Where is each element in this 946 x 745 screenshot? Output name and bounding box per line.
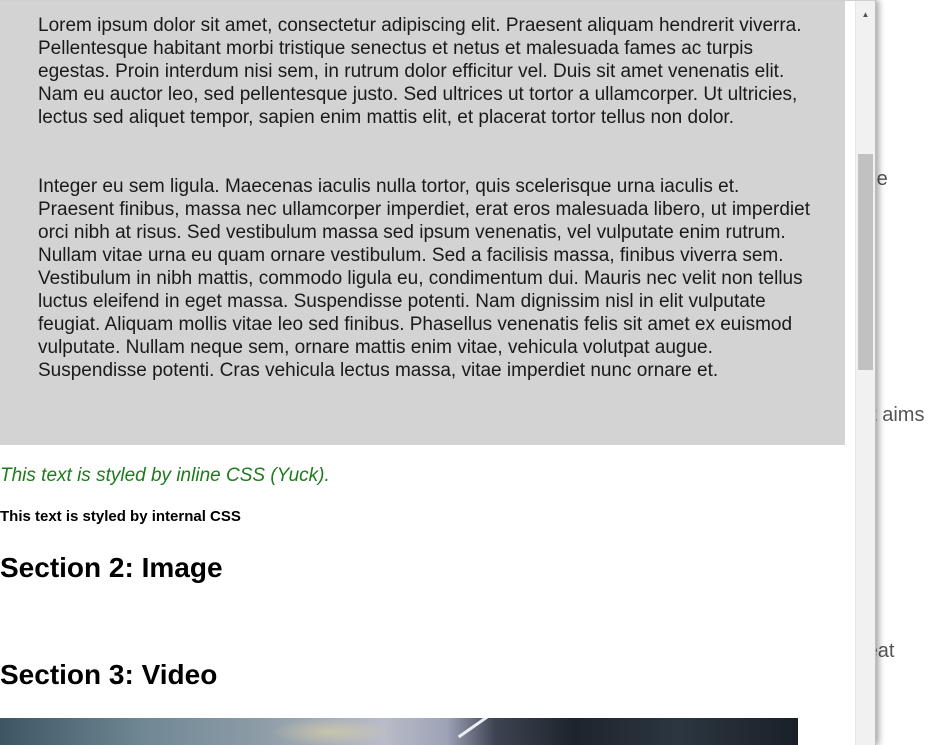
vertical-scrollbar[interactable]: ▲	[855, 1, 875, 745]
scrollbar-thumb[interactable]	[858, 154, 873, 370]
popup-window: Lorem ipsum dolor sit amet, consectetur …	[0, 0, 876, 745]
inline-css-text: This text is styled by inline CSS (Yuck)…	[0, 465, 330, 486]
scroll-up-arrow-icon[interactable]: ▲	[856, 5, 875, 25]
video-player[interactable]	[0, 718, 798, 745]
video-frame-highlight	[270, 718, 390, 745]
lorem-paragraph-2: Integer eu sem ligula. Maecenas iaculis …	[38, 176, 810, 381]
popup-content: Lorem ipsum dolor sit amet, consectetur …	[0, 1, 855, 745]
internal-css-text: This text is styled by internal CSS	[0, 508, 241, 525]
video-frame-streak	[457, 718, 493, 739]
section-2-heading: Section 2: Image	[0, 552, 223, 583]
lorem-paragraph-1: Lorem ipsum dolor sit amet, consectetur …	[38, 15, 802, 128]
section-3-heading: Section 3: Video	[0, 659, 218, 690]
styled-text-box: Lorem ipsum dolor sit amet, consectetur …	[0, 1, 845, 445]
